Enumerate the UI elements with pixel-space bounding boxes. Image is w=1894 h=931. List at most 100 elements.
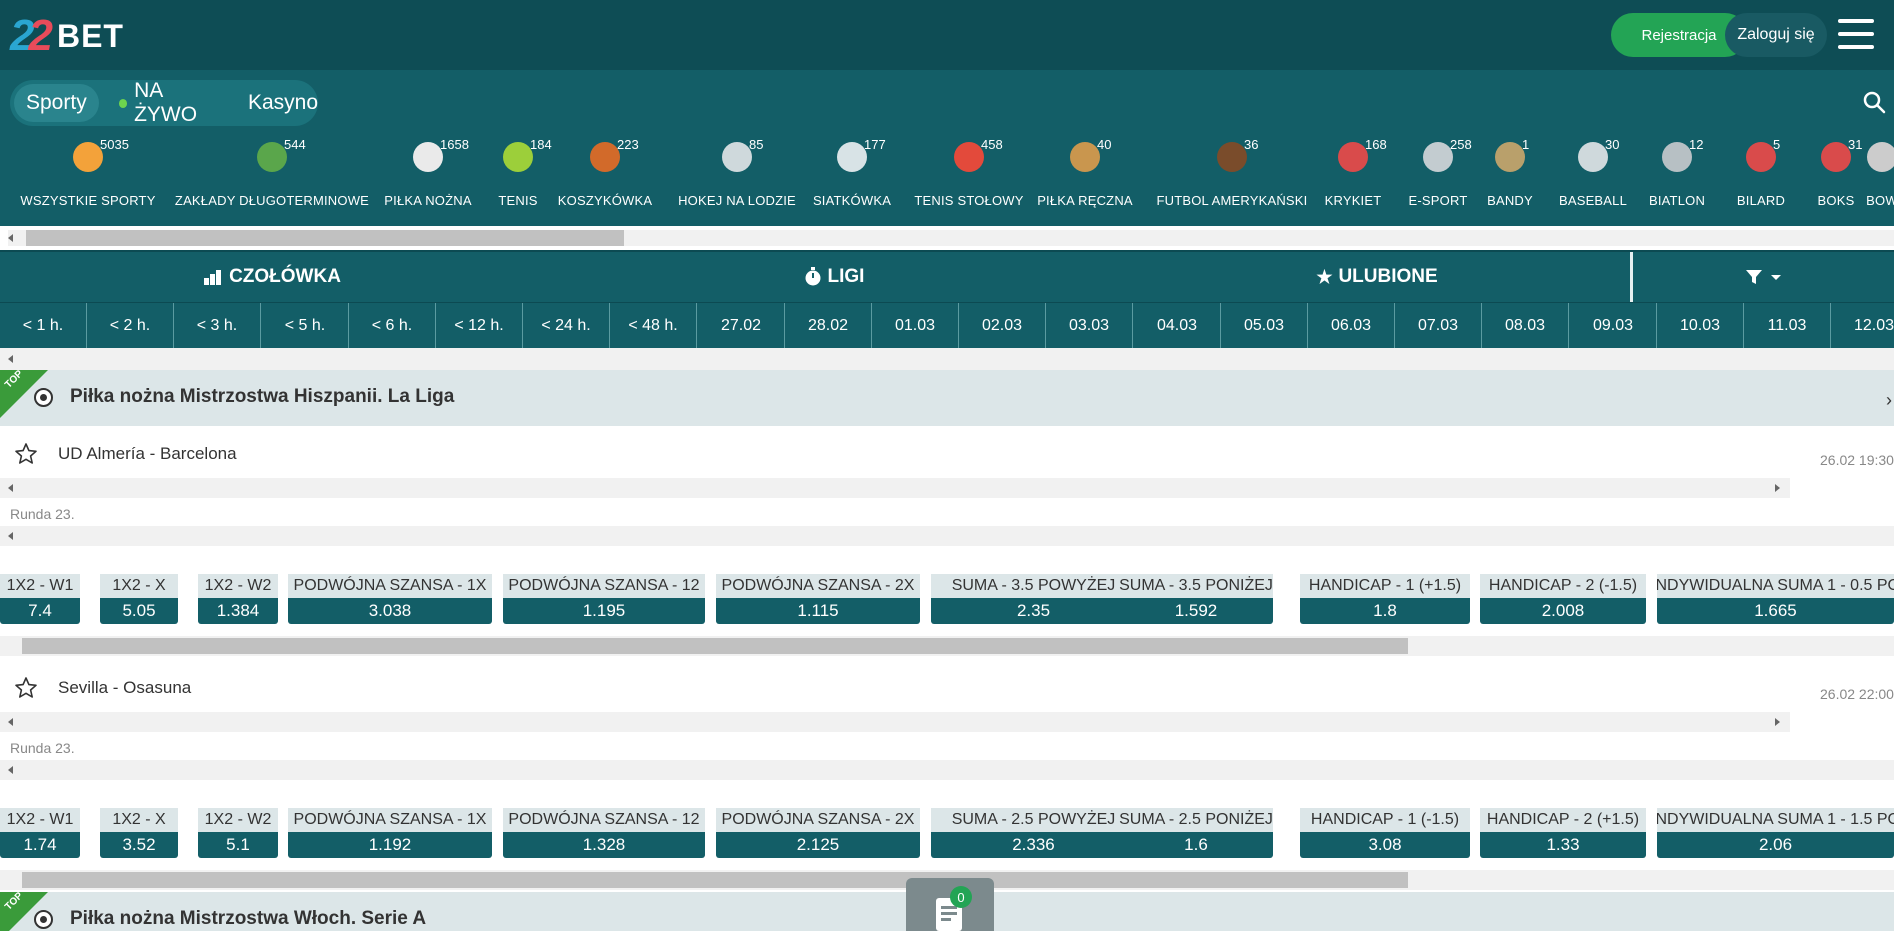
scroll-left-icon[interactable] (8, 766, 13, 774)
sport-item[interactable]: 1 BANDY (1478, 130, 1542, 208)
time-filter[interactable]: < 2 h. (87, 303, 174, 349)
time-filter[interactable]: 07.03 (1395, 303, 1482, 349)
round-scrollbar[interactable] (0, 526, 1894, 546)
match-name[interactable]: UD Almería - Barcelona (58, 444, 237, 464)
sport-item[interactable]: 184 TENIS (486, 130, 551, 208)
scrollbar-thumb[interactable] (22, 638, 1408, 654)
time-filter[interactable]: 06.03 (1308, 303, 1395, 349)
sport-item[interactable]: 30 BASEBALL (1550, 130, 1636, 208)
time-filter[interactable]: < 1 h. (0, 303, 87, 349)
scroll-left-icon[interactable] (8, 355, 13, 363)
time-filter[interactable]: 10.03 (1657, 303, 1744, 349)
time-filter[interactable]: < 5 h. (262, 303, 349, 349)
odds-button[interactable]: 1X2 - W2 1.384 (198, 574, 278, 626)
odds-button[interactable]: PODWÓJNA SZANSA - 12 1.195 (503, 574, 705, 626)
sport-item[interactable]: 5035 WSZYSTKIE SPORTY (14, 130, 162, 208)
sport-item[interactable]: 458 TENIS STOŁOWY (906, 130, 1032, 208)
bet-slip-button[interactable]: 0 (906, 878, 994, 931)
login-button[interactable]: Zaloguj się (1725, 13, 1827, 57)
scroll-right-icon[interactable] (1775, 718, 1780, 726)
odds-button[interactable]: SUMA - 3.5 PONIŻEJ 1.592 (1119, 574, 1273, 626)
tab-leagues[interactable]: LIGI (544, 252, 1124, 302)
sport-item[interactable]: 85 HOKEJ NA LODZIE (669, 130, 805, 208)
time-filter[interactable]: < 12 h. (436, 303, 523, 349)
odds-button[interactable]: PODWÓJNA SZANSA - 1X 1.192 (288, 808, 492, 860)
scroll-left-icon[interactable] (8, 484, 13, 492)
odds-button[interactable]: 1X2 - W2 5.1 (198, 808, 278, 860)
sport-item[interactable]: 40 PIŁKA RĘCZNA (1035, 130, 1135, 208)
sport-item[interactable]: 1658 PIŁKA NOŻNA (374, 130, 482, 208)
round-scrollbar[interactable] (0, 760, 1894, 780)
sport-item[interactable]: 5 BILARD (1723, 130, 1799, 208)
time-filter[interactable]: 03.03 (1046, 303, 1133, 349)
odds-button[interactable]: 1X2 - W1 7.4 (0, 574, 80, 626)
time-filter[interactable]: < 24 h. (523, 303, 610, 349)
odds-button[interactable]: INDYWIDUALNA SUMA 1 - 1.5 PO 2.06 (1657, 808, 1894, 860)
odds-button[interactable]: PODWÓJNA SZANSA - 2X 2.125 (716, 808, 920, 860)
sports-scrollbar[interactable] (0, 226, 1894, 250)
time-filter[interactable]: 12.03 (1831, 303, 1894, 349)
search-icon[interactable] (1862, 90, 1886, 114)
sport-item[interactable]: 12 BIATLON (1640, 130, 1714, 208)
scrollbar-thumb[interactable] (22, 872, 1408, 888)
hamburger-menu-icon[interactable] (1838, 19, 1874, 49)
sport-item[interactable]: 168 KRYKIET (1319, 130, 1387, 208)
league-header[interactable]: TOP Piłka nożna Mistrzostwa Hiszpanii. L… (0, 368, 1894, 426)
favorite-star-icon[interactable] (14, 676, 38, 700)
bowling-icon (1867, 142, 1894, 172)
odds-button[interactable]: PODWÓJNA SZANSA - 2X 1.115 (716, 574, 920, 626)
odds-button[interactable]: SUMA - 2.5 PONIŻEJ 1.6 (1119, 808, 1273, 860)
scroll-right-icon[interactable] (1775, 484, 1780, 492)
scroll-left-icon[interactable] (8, 718, 13, 726)
tab-favorites[interactable]: ★ ULUBIONE (1124, 252, 1630, 302)
time-filter[interactable]: 27.02 (698, 303, 785, 349)
sport-item[interactable]: 223 KOSZYKÓWKA (553, 130, 657, 208)
time-filter[interactable]: 09.03 (1570, 303, 1657, 349)
sport-item[interactable]: 258 E-SPORT (1400, 130, 1476, 208)
scrollbar-thumb[interactable] (26, 230, 624, 246)
odds-button[interactable]: HANDICAP - 1 (-1.5) 3.08 (1300, 808, 1470, 860)
time-filter[interactable]: < 3 h. (174, 303, 261, 349)
scroll-left-icon[interactable] (8, 234, 13, 242)
odds-button[interactable]: 1X2 - X 3.52 (100, 808, 178, 860)
time-filter[interactable]: 04.03 (1134, 303, 1221, 349)
sport-item[interactable]: 31 BOKS (1810, 130, 1863, 208)
match-scrollbar[interactable] (0, 712, 1790, 732)
sports-tab[interactable]: Sporty (14, 84, 99, 122)
sport-item[interactable]: 36 FUTBOL AMERYKAŃSKI (1152, 130, 1312, 208)
odds-button[interactable]: PODWÓJNA SZANSA - 1X 3.038 (288, 574, 492, 626)
match-name[interactable]: Sevilla - Osasuna (58, 678, 191, 698)
odds-button[interactable]: PODWÓJNA SZANSA - 12 1.328 (503, 808, 705, 860)
sport-item[interactable]: BOW (1862, 130, 1894, 208)
odds-button[interactable]: HANDICAP - 2 (-1.5) 2.008 (1480, 574, 1646, 626)
live-tab[interactable]: NA ŻYWO (118, 79, 224, 126)
match-scrollbar[interactable] (0, 478, 1790, 498)
odds-button[interactable]: SUMA - 2.5 POWYŻEJ 2.336 (931, 808, 1136, 860)
odds-scrollbar[interactable] (0, 636, 1894, 656)
sport-item[interactable]: 177 SIATKÓWKA (805, 130, 899, 208)
favorite-star-icon[interactable] (14, 442, 38, 466)
time-filter[interactable]: 02.03 (959, 303, 1046, 349)
odds-button[interactable]: 1X2 - X 5.05 (100, 574, 178, 626)
collapse-icon[interactable]: › (1886, 390, 1892, 411)
odds-label: SUMA - 3.5 POWYŻEJ (931, 574, 1136, 598)
time-filter[interactable]: 08.03 (1482, 303, 1569, 349)
scroll-left-icon[interactable] (8, 532, 13, 540)
odds-button[interactable]: 1X2 - W1 1.74 (0, 808, 80, 860)
casino-tab[interactable]: Kasyno (248, 84, 318, 122)
sport-item[interactable]: 544 ZAKŁADY DŁUGOTERMINOWE (170, 130, 374, 208)
time-filter[interactable]: 05.03 (1221, 303, 1308, 349)
time-filter[interactable]: 01.03 (872, 303, 959, 349)
odds-button[interactable]: HANDICAP - 2 (+1.5) 1.33 (1480, 808, 1646, 860)
time-filter[interactable]: 28.02 (785, 303, 872, 349)
time-filter[interactable]: 11.03 (1744, 303, 1831, 349)
time-filters-scrollbar[interactable] (0, 348, 1894, 370)
time-filter[interactable]: < 6 h. (349, 303, 436, 349)
filter-button[interactable] (1633, 252, 1894, 302)
logo[interactable]: 2222 BET (10, 14, 124, 58)
time-filter[interactable]: < 48 h. (610, 303, 697, 349)
odds-button[interactable]: INDYWIDUALNA SUMA 1 - 0.5 PO 1.665 (1657, 574, 1894, 626)
tab-top[interactable]: CZOŁÓWKA (0, 252, 544, 302)
odds-button[interactable]: SUMA - 3.5 POWYŻEJ 2.35 (931, 574, 1136, 626)
odds-button[interactable]: HANDICAP - 1 (+1.5) 1.8 (1300, 574, 1470, 626)
